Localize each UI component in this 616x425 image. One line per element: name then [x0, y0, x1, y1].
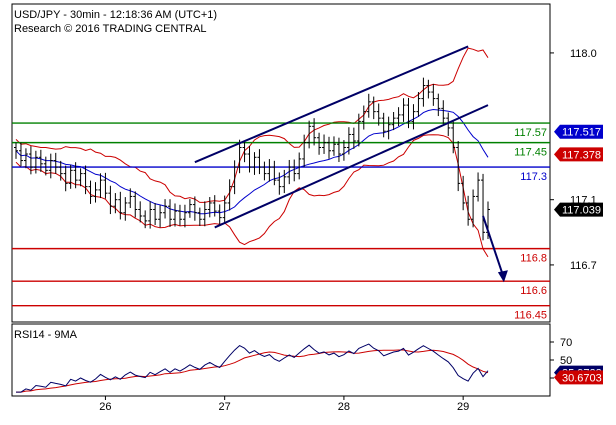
price-panel: [11, 3, 551, 323]
price-tick-label-2: 116.7: [570, 260, 597, 272]
level-label-0: 117.57: [514, 127, 547, 139]
rsi-title: RSI14 - 9MA: [14, 329, 78, 341]
usdjpy-chart: 117.57 117.45 117.3 116.8 116.6 116.45 118.0 1…: [0, 0, 616, 425]
time-tick-label-3: 29: [457, 401, 469, 413]
copyright-line: Research © 2016 TRADING CENTRAL: [14, 23, 207, 35]
chart-title: USD/JPY - 30min - 12:18:36 AM (UTC+1): [14, 9, 217, 21]
price-tick-label-0: 118.0: [570, 48, 597, 60]
price-tag-label-1: 117.378: [562, 149, 601, 161]
rsi-tick-label-1: 50: [560, 355, 572, 367]
rsi-tick-label-0: 70: [560, 337, 572, 349]
time-tick-label-1: 27: [219, 401, 231, 413]
level-label-4: 116.6: [520, 285, 547, 297]
price-tag-label-0: 117.517: [562, 127, 601, 139]
level-label-3: 116.8: [520, 253, 547, 265]
time-tick-label-0: 26: [99, 401, 111, 413]
time-tick-label-2: 28: [338, 401, 350, 413]
level-label-1: 117.45: [514, 147, 547, 159]
rsi-tag-label-1: 30.6703: [562, 372, 602, 384]
level-label-5: 116.45: [514, 310, 547, 322]
level-label-2: 117.3: [520, 171, 547, 183]
price-tag-label-2: 117.039: [562, 205, 601, 217]
